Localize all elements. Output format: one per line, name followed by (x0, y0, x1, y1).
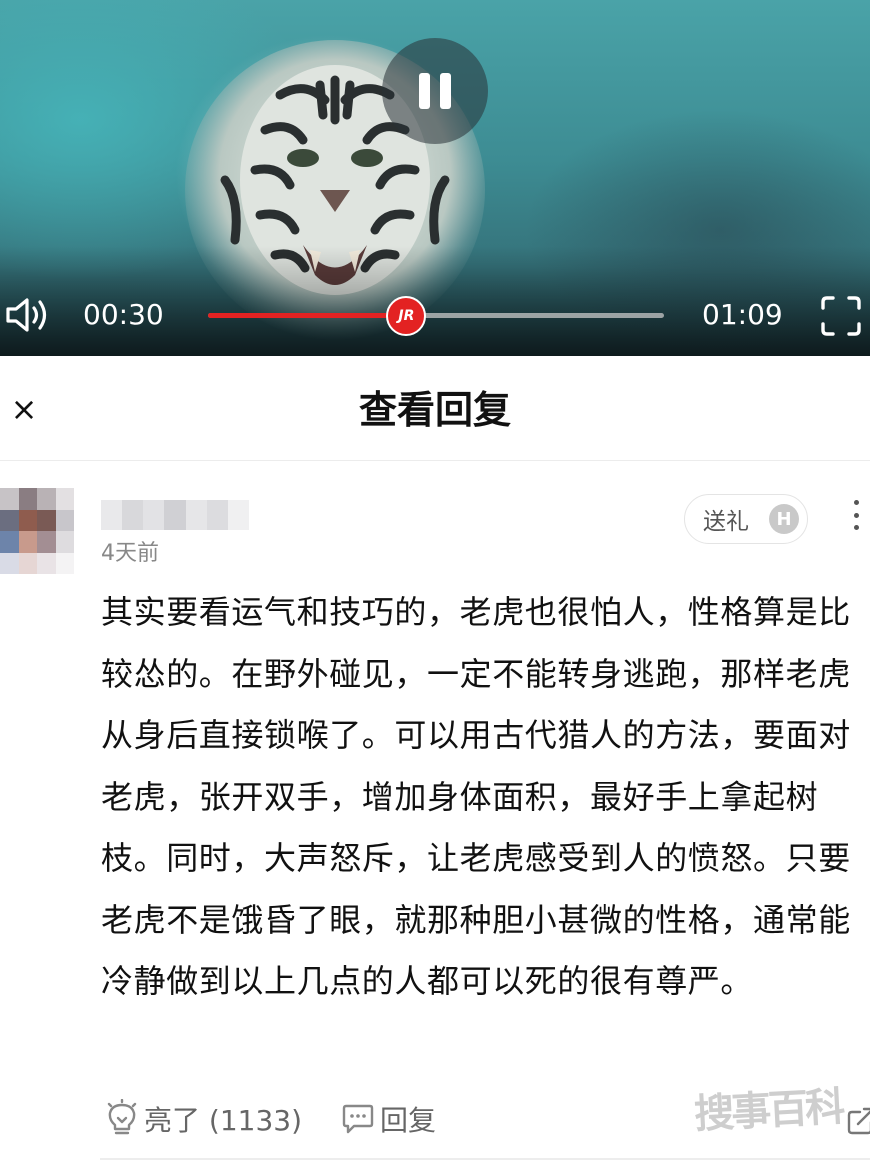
dot-icon (853, 525, 859, 530)
send-gift-label: 送礼 (703, 509, 749, 535)
username-blurred[interactable] (101, 500, 249, 530)
dot-icon (853, 512, 859, 518)
dot-icon (853, 500, 859, 505)
share-icon[interactable] (846, 1102, 870, 1136)
video-player[interactable]: 00:30 JR 01:09 (0, 0, 870, 356)
h-badge-icon: H (769, 504, 799, 534)
watermark: 搜事百科 (693, 1083, 844, 1138)
page-title: 查看回复 (358, 388, 511, 432)
send-gift-button[interactable]: 送礼 H (684, 494, 808, 544)
pause-icon (419, 73, 430, 109)
bottom-divider (100, 1158, 870, 1160)
reply-label: 回复 (380, 1104, 437, 1137)
seek-bar[interactable] (208, 313, 664, 318)
like-button[interactable]: 亮了 (1133) (104, 1096, 302, 1142)
reply-button[interactable]: 回复 (340, 1096, 436, 1142)
current-time: 00:30 (83, 298, 164, 331)
header-divider (0, 460, 870, 461)
duration-time: 01:09 (702, 298, 783, 331)
pause-icon (440, 73, 451, 109)
avatar[interactable] (0, 488, 74, 574)
more-options-button[interactable] (848, 500, 864, 530)
comment-time: 4天前 (101, 541, 159, 566)
comment-bubble-icon (342, 1104, 374, 1134)
volume-icon[interactable] (4, 294, 50, 336)
fullscreen-icon[interactable] (820, 295, 862, 337)
seek-bar-progress (208, 313, 407, 318)
pause-button[interactable] (382, 38, 488, 144)
comment-text: 其实要看运气和技巧的，老虎也很怕人，性格算是比较怂的。在野外碰见，一定不能转身逃… (101, 593, 851, 1000)
like-count-label: 亮了 (1133) (144, 1104, 303, 1137)
lightbulb-icon (107, 1099, 137, 1135)
